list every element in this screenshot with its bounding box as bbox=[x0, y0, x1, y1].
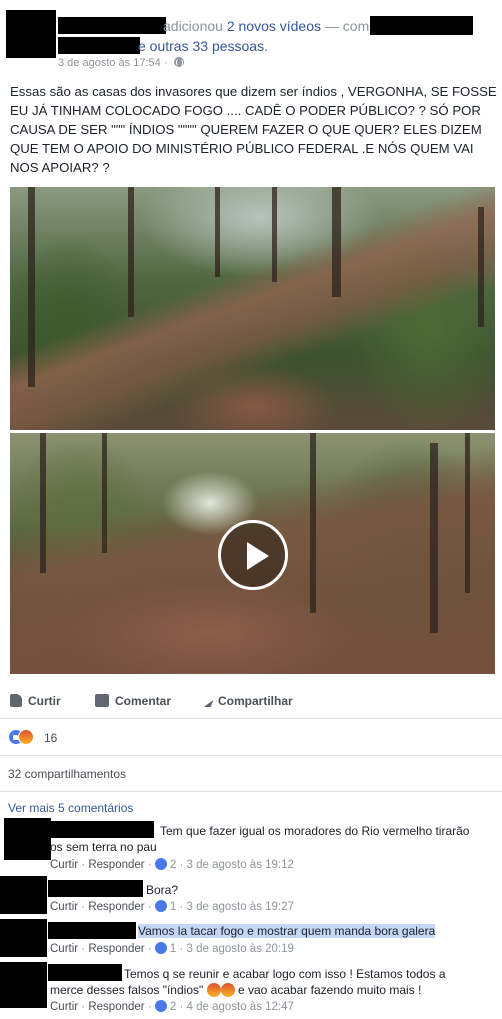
avatar[interactable] bbox=[4, 818, 51, 860]
thumbs-up-icon bbox=[10, 694, 22, 707]
comment-like-count[interactable]: 2 bbox=[170, 859, 176, 871]
share-icon bbox=[203, 700, 214, 707]
comment-item: Temos q se reunir e acabar logo com isso… bbox=[0, 960, 502, 1016]
post-text: Essas são as casas dos invasores que diz… bbox=[10, 84, 497, 175]
globe-icon[interactable] bbox=[173, 57, 184, 67]
comment-meta: Curtir · Responder · 2 · 3 de agosto às … bbox=[50, 858, 294, 871]
redacted-author-name[interactable] bbox=[58, 17, 166, 34]
avatar[interactable] bbox=[6, 10, 56, 58]
meta-separator: · bbox=[163, 57, 168, 69]
header-line2: e outras 33 pessoas. bbox=[138, 38, 268, 54]
post-actions-bar: Curtir Comentar Compartilhar bbox=[0, 690, 502, 716]
comment-label: Comentar bbox=[115, 694, 172, 708]
comment-item: Tem que fazer igual os moradores do Rio … bbox=[0, 816, 502, 874]
comment-item: Bora? Curtir · Responder · 1 · 3 de agos… bbox=[0, 874, 502, 916]
like-button[interactable]: Curtir bbox=[10, 694, 61, 708]
share-label: Compartilhar bbox=[218, 694, 293, 708]
comment-reply-link[interactable]: Responder bbox=[88, 901, 144, 913]
shares-count[interactable]: 32 compartilhamentos bbox=[8, 767, 126, 781]
comment-reply-link[interactable]: Responder bbox=[88, 943, 144, 955]
comment-like-count[interactable]: 1 bbox=[170, 943, 176, 955]
play-button-icon[interactable] bbox=[218, 520, 288, 590]
angry-emoji-icon bbox=[220, 983, 235, 997]
avatar[interactable] bbox=[0, 962, 47, 1008]
post-timestamp[interactable]: 3 de agosto às 17:54 bbox=[58, 57, 161, 69]
comment-time[interactable]: 3 de agosto às 20:19 bbox=[187, 943, 294, 955]
comment-reply-link[interactable]: Responder bbox=[88, 1001, 144, 1013]
comment-time[interactable]: 4 de agosto às 12:47 bbox=[187, 1001, 294, 1013]
share-button[interactable]: Compartilhar bbox=[203, 694, 293, 708]
comment-meta: Curtir · Responder · 1 · 3 de agosto às … bbox=[50, 900, 294, 913]
like-count-icon bbox=[154, 942, 167, 954]
redacted-commenter-name[interactable] bbox=[48, 880, 143, 897]
video-thumbnail-1[interactable] bbox=[10, 187, 495, 430]
redacted-tagged-name[interactable] bbox=[370, 16, 473, 35]
view-more-comments-link[interactable]: Ver mais 5 comentários bbox=[8, 801, 133, 815]
like-count-icon bbox=[154, 1000, 167, 1012]
comment-like-link[interactable]: Curtir bbox=[50, 901, 78, 913]
avatar[interactable] bbox=[0, 876, 47, 914]
comment-meta: Curtir · Responder · 2 · 4 de agosto às … bbox=[50, 1000, 294, 1013]
post-header: adicionou 2 novos vídeos — com e outras … bbox=[0, 0, 502, 80]
header-videos-link[interactable]: 2 novos vídeos bbox=[227, 18, 321, 34]
comment-reply-link[interactable]: Responder bbox=[88, 859, 144, 871]
comment-text: Temos q se reunir e acabar logo com isso… bbox=[50, 966, 460, 998]
comment-text: Tem que fazer igual os moradores do Rio … bbox=[50, 824, 470, 854]
comment-like-link[interactable]: Curtir bbox=[50, 943, 78, 955]
divider bbox=[0, 718, 502, 719]
comment-meta: Curtir · Responder · 1 · 3 de agosto às … bbox=[50, 942, 294, 955]
angry-emoji-icon bbox=[206, 983, 221, 997]
post-timestamp-row: 3 de agosto às 17:54 · bbox=[58, 57, 184, 69]
like-count-icon bbox=[154, 900, 167, 912]
header-added-text: adicionou bbox=[163, 18, 223, 34]
reactions-count: 16 bbox=[44, 731, 58, 745]
like-label: Curtir bbox=[28, 694, 61, 708]
header-others-link[interactable]: e outras 33 pessoas. bbox=[138, 38, 268, 54]
like-count-icon bbox=[154, 858, 167, 870]
comment-like-count[interactable]: 1 bbox=[170, 901, 176, 913]
comment-text: Vamos la tacar fogo e mostrar quem manda… bbox=[138, 923, 436, 939]
comment-text-part2: e vao acabar fazendo muito mais ! bbox=[237, 983, 422, 997]
comment-time[interactable]: 3 de agosto às 19:12 bbox=[187, 859, 294, 871]
header-with-text: — com bbox=[324, 18, 370, 34]
avatar[interactable] bbox=[0, 919, 47, 957]
comment-like-count[interactable]: 2 bbox=[170, 1001, 176, 1013]
comment-like-link[interactable]: Curtir bbox=[50, 859, 78, 871]
highlighted-comment-text: Vamos la tacar fogo e mostrar quem manda… bbox=[138, 924, 436, 938]
comment-time[interactable]: 3 de agosto às 19:27 bbox=[187, 901, 294, 913]
angry-reaction-icon bbox=[18, 729, 34, 745]
comment-like-link[interactable]: Curtir bbox=[50, 1001, 78, 1013]
comment-item: Vamos la tacar fogo e mostrar quem manda… bbox=[0, 916, 502, 960]
divider bbox=[0, 791, 502, 792]
redacted-tagged-name-2[interactable] bbox=[58, 37, 140, 54]
comment-text: Bora? bbox=[146, 883, 179, 897]
redacted-commenter-name[interactable] bbox=[48, 922, 136, 939]
comment-button[interactable]: Comentar bbox=[95, 694, 171, 708]
divider bbox=[0, 755, 502, 756]
comment-icon bbox=[95, 694, 109, 707]
header-line1: adicionou 2 novos vídeos — com bbox=[163, 18, 369, 34]
